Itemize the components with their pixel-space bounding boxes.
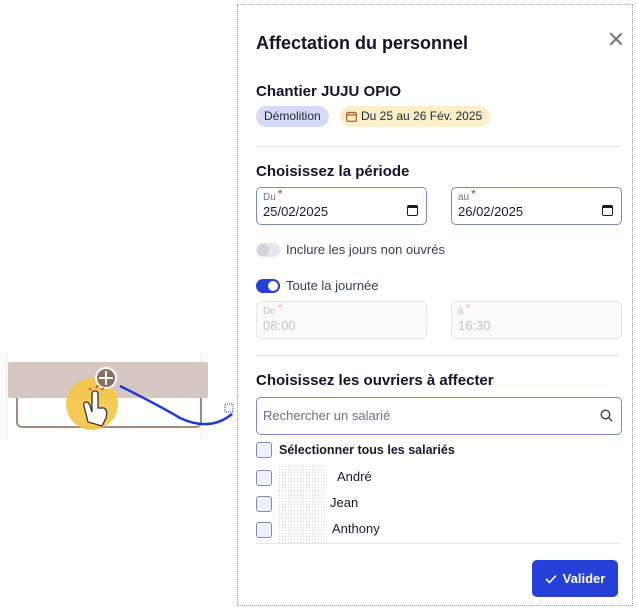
check-icon [545,574,557,584]
worker-checkbox[interactable] [256,496,272,512]
drag-cursor-icon [66,367,234,430]
background-guide-line [6,352,7,440]
calendar-icon[interactable] [407,205,418,216]
site-type-badge: Démolition [256,106,329,127]
end-time-label: à * [458,301,471,317]
worker-avatar [278,491,327,517]
start-date-field[interactable]: Du * 25/02/2025 [256,187,427,225]
period-section-title: Choisissez la période [256,163,410,180]
close-icon[interactable] [606,29,626,49]
worker-row [256,517,327,543]
full-day-row: Toute la journée [256,278,379,293]
select-all-checkbox[interactable] [256,442,272,458]
worker-checkbox[interactable] [256,522,272,538]
include-non-working-toggle[interactable] [256,242,280,257]
validate-label: Valider [562,571,606,586]
divider [256,355,620,356]
footer-divider [256,543,620,544]
background-illustration [0,0,236,608]
search-icon[interactable] [600,409,613,422]
site-date-text: Du 25 au 26 Fév. 2025 [361,109,483,123]
start-time-value: 08:00 [263,318,296,333]
worker-name: Jean [330,495,359,510]
site-date-badge: Du 25 au 26 Fév. 2025 [340,106,491,127]
include-non-working-row: Inclure les jours non ouvrés [256,242,445,257]
staff-assignment-panel: Affectation du personnel Chantier JUJU O… [237,4,633,606]
worker-name: André [337,469,372,484]
worker-search-box [256,397,622,435]
worker-row [256,491,327,517]
calendar-icon[interactable] [602,205,613,216]
site-title: Chantier JUJU OPIO [256,83,402,100]
end-date-label: au * [458,187,476,203]
divider [256,146,620,147]
start-time-field: De * 08:00 [256,301,427,339]
worker-search-input[interactable] [263,408,583,423]
start-date-value: 25/02/2025 [263,204,329,219]
end-date-value: 26/02/2025 [458,204,524,219]
start-date-label: Du * [263,187,283,203]
workers-section-title: Choisissez les ouvriers à affecter [256,372,494,389]
full-day-label: Toute la journée [286,278,379,293]
start-time-label: De * [263,301,283,317]
end-time-field: à * 16:30 [451,301,622,339]
end-time-value: 16:30 [458,318,491,333]
worker-avatar [278,517,327,543]
full-day-toggle[interactable] [256,278,280,293]
panel-title: Affectation du personnel [256,33,469,53]
worker-row [256,465,327,491]
worker-avatar [278,465,327,491]
end-date-field[interactable]: au * 26/02/2025 [451,187,622,225]
select-all-label: Sélectionner tous les salariés [279,443,455,457]
select-all-row: Sélectionner tous les salariés [256,442,455,458]
worker-checkbox[interactable] [256,470,272,486]
include-non-working-label: Inclure les jours non ouvrés [286,242,445,257]
validate-button[interactable]: Valider [532,560,618,597]
worker-name: Anthony [332,521,380,536]
calendar-icon [346,111,357,122]
